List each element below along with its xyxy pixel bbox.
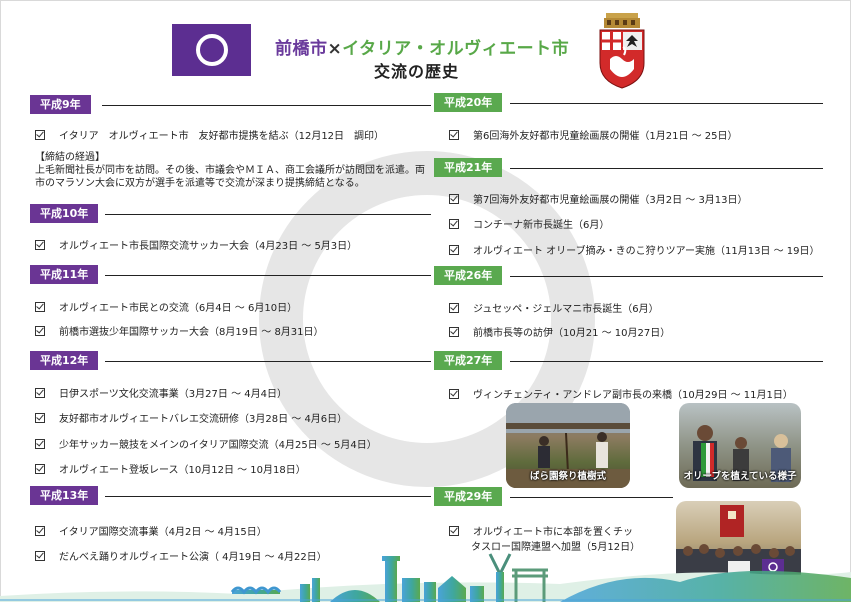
list-item: オルヴィエート オリーブ摘み・きのこ狩りツアー実施（11月13日 ～ 19日） — [449, 242, 820, 257]
page-subtitle: 交流の歴史 — [374, 62, 460, 81]
section-rule — [105, 361, 431, 362]
checkbox-icon — [35, 413, 45, 423]
checkbox-icon — [35, 326, 45, 336]
city-skyline-decoration — [0, 553, 851, 602]
list-item: イタリア国際交流事業（4月2日 ～ 4月15日） — [35, 523, 267, 538]
era-badge: 平成20年 — [434, 93, 503, 112]
section-rule — [105, 275, 431, 276]
checkbox-icon — [449, 327, 459, 337]
rose-garden-tree-planting-photo: ばら園祭り植樹式 — [506, 403, 630, 488]
list-item: オルヴィエート市民との交流（6月4日 ～ 6月10日） — [35, 299, 297, 314]
orvieto-coat-of-arms — [599, 13, 645, 89]
rose-garden-caption: ばら園祭り植樹式 — [529, 471, 606, 482]
section-rule — [102, 105, 431, 106]
list-item: オルヴィエート市長国際交流サッカー大会（4月23日 ～ 5月3日） — [35, 237, 357, 252]
era-badge: 平成11年 — [30, 265, 99, 284]
checkbox-icon — [449, 389, 459, 399]
list-item: コンチーナ新市長誕生（6月） — [449, 216, 609, 231]
agreement-note: 【締結の経過】 上毛新聞社長が同市を訪問。その後、市議会やＭＩＡ、商工会議所が訪… — [35, 151, 430, 190]
section-rule — [510, 168, 823, 169]
list-item: ヴィンチェンティ・アンドレア副市長の来橋（10月29日 ～ 11月1日） — [449, 386, 793, 401]
era-badge: 平成9年 — [30, 95, 91, 114]
olive-caption: オリーブを植えている様子 — [683, 471, 797, 482]
checkbox-icon — [449, 303, 459, 313]
section-h21: 平成21年 — [434, 158, 823, 178]
section-h13: 平成13年 — [30, 486, 431, 506]
checkbox-icon — [449, 194, 459, 204]
list-item: 少年サッカー競技をメインのイタリア国際交流（4月25日 ～ 5月4日） — [35, 436, 377, 451]
list-item: ジュセッペ・ジェルマニ市長誕生（6月） — [449, 300, 659, 315]
section-rule — [510, 103, 823, 104]
list-item: イタリア オルヴィエート市 友好都市提携を結ぶ（12月12日 調印） — [35, 127, 384, 142]
section-rule — [105, 214, 431, 215]
checkbox-icon — [35, 439, 45, 449]
list-item: オルヴィエート登坂レース（10月12日 ～ 10月18日） — [35, 461, 306, 476]
section-rule — [510, 276, 823, 277]
section-rule — [105, 496, 431, 497]
section-h9: 平成9年 — [30, 95, 431, 115]
section-h11: 平成11年 — [30, 265, 431, 285]
title-maebashi: 前橋市 — [275, 39, 328, 59]
section-rule — [510, 497, 673, 498]
checkbox-icon — [35, 240, 45, 250]
list-item: 日伊スポーツ文化交流事業（3月27日 ～ 4月4日） — [35, 385, 287, 400]
checkbox-icon — [35, 130, 45, 140]
era-badge: 平成21年 — [434, 158, 503, 177]
title-orvieto: イタリア・オルヴィエート市 — [342, 39, 570, 59]
list-item: 前橋市選抜少年国際サッカー大会（8月19日 ～ 8月31日） — [35, 323, 324, 338]
list-item: オルヴィエート市に本部を置くチッ — [449, 523, 633, 538]
list-item: 前橋市長等の訪伊（10月21 ～ 10月27日） — [449, 324, 670, 339]
olive-planting-photo: オリーブを植えている様子 — [679, 403, 801, 488]
checkbox-icon — [35, 388, 45, 398]
era-badge: 平成27年 — [434, 351, 503, 370]
era-badge: 平成13年 — [30, 486, 99, 505]
checkbox-icon — [35, 526, 45, 536]
page-title: 前橋市×イタリア・オルヴィエート市 — [275, 34, 569, 59]
maebashi-flag — [172, 24, 251, 76]
checkbox-icon — [449, 130, 459, 140]
section-h26: 平成26年 — [434, 266, 823, 286]
title-cross: × — [327, 39, 343, 59]
checkbox-icon — [449, 219, 459, 229]
flag-emblem-ring — [196, 34, 228, 66]
era-badge: 平成26年 — [434, 266, 503, 285]
section-h12: 平成12年 — [30, 351, 431, 371]
checkbox-icon — [449, 526, 459, 536]
section-h10: 平成10年 — [30, 204, 431, 224]
note-body: 上毛新聞社長が同市を訪問。その後、市議会やＭＩＡ、商工会議所が訪問団を派遣。両市… — [35, 165, 425, 189]
section-h20: 平成20年 — [434, 93, 823, 113]
section-h27: 平成27年 — [434, 351, 823, 371]
era-badge: 平成12年 — [30, 351, 99, 370]
checkbox-icon — [35, 464, 45, 474]
checkbox-icon — [35, 302, 45, 312]
list-item: 友好都市オルヴィエートバレエ交流研修（3月28日 ～ 4月6日） — [35, 410, 347, 425]
checkbox-icon — [449, 245, 459, 255]
section-rule — [510, 361, 823, 362]
list-item: 第7回海外友好都市児童絵画展の開催（3月2日 ～ 3月13日） — [449, 191, 748, 206]
note-heading: 【締結の経過】 — [35, 152, 105, 163]
era-badge: 平成10年 — [30, 204, 99, 223]
list-item: 第6回海外友好都市児童絵画展の開催（1月21日 ～ 25日） — [449, 127, 738, 142]
era-badge: 平成29年 — [434, 487, 503, 506]
